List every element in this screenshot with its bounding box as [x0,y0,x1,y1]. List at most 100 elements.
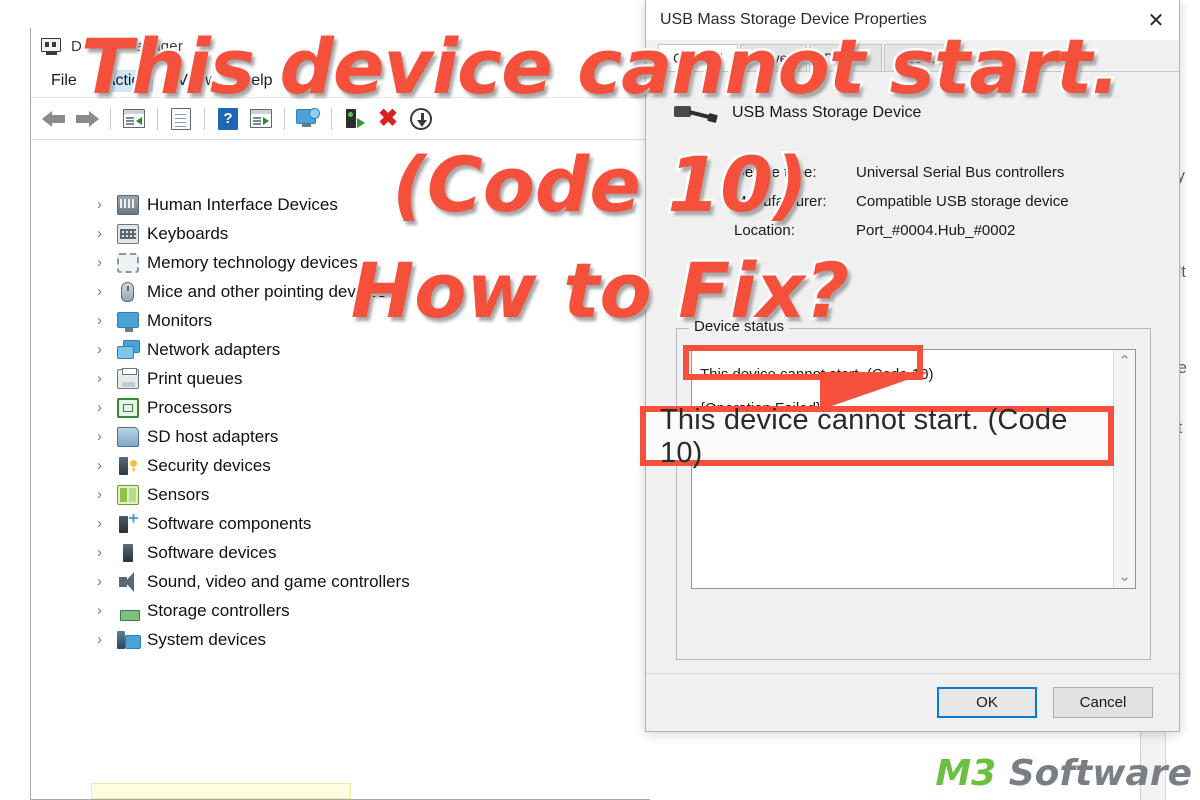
chevron-right-icon[interactable]: › [97,631,117,648]
info-value: Port_#0004.Hub_#0002 [856,222,1016,239]
tree-item-human-interface-devices[interactable]: › Human Interface Devices [35,190,651,219]
chevron-right-icon[interactable]: › [97,283,117,300]
tree-item-label: Memory technology devices [147,252,358,272]
software-components-icon [117,514,139,534]
tree-item-security-devices[interactable]: › Security devices [35,451,651,480]
memory-technology-devices-icon [117,252,139,273]
chevron-right-icon[interactable]: › [97,515,117,532]
info-value: Universal Serial Bus controllers [856,164,1065,181]
tree-item-storage-controllers[interactable]: › Storage controllers [35,596,651,625]
tree-item-label: System devices [147,629,267,649]
toolbar-separator [157,107,158,130]
chevron-right-icon[interactable]: › [97,573,117,590]
tree-item-processors[interactable]: › Processors [35,393,651,422]
tree-item-software-devices[interactable]: › Software devices [35,538,651,567]
help-icon[interactable]: ? [213,104,243,134]
ok-button[interactable]: OK [937,687,1037,718]
tree-item-keyboards[interactable]: › Keyboards [35,219,651,248]
chevron-right-icon[interactable]: › [97,399,117,416]
toolbar-separator [204,107,205,130]
status-scrollbar[interactable]: ⌃ ⌄ [1113,350,1135,588]
system-devices-icon [117,630,141,650]
toolbar-separator [284,107,285,130]
menu-item-view[interactable]: View [173,70,215,92]
tree-item-label: Sound, video and game controllers [147,571,410,591]
info-label: Device type: [734,164,817,181]
chevron-right-icon[interactable]: › [97,486,117,503]
tree-item-monitors[interactable]: › Monitors [35,306,651,335]
device-manager-titlebar: Device Manager [31,28,649,64]
cancel-button[interactable]: Cancel [1053,687,1153,718]
chevron-right-icon[interactable]: › [97,457,117,474]
view-devices-icon[interactable] [246,104,276,134]
tree-item-system-devices[interactable]: › System devices [35,625,651,654]
processors-icon [117,397,139,418]
tab-events[interactable]: Events [883,44,957,71]
device-status-label: Device status [689,318,790,335]
chevron-right-icon[interactable]: › [97,196,117,213]
human-interface-devices-icon [117,194,139,215]
chevron-right-icon[interactable]: › [97,602,117,619]
sound-video-game-controllers-icon [117,571,139,592]
device-name: USB Mass Storage Device [732,104,922,121]
back-arrow-icon[interactable] [39,104,69,134]
tree-item-label: Human Interface Devices [147,194,338,214]
watermark-product: Software [1008,753,1192,794]
device-info-grid: Device type: Universal Serial Bus control… [734,158,1154,245]
scroll-up-icon[interactable]: ⌃ [1118,354,1131,369]
menu-item-action[interactable]: Action [100,69,154,92]
tree-item-sensors[interactable]: › Sensors [35,480,651,509]
sensors-icon [117,484,139,505]
device-header: USB Mass Storage Device [674,100,921,128]
tree-item-memory-technology-devices[interactable]: › Memory technology devices [35,248,651,277]
chevron-right-icon[interactable]: › [97,544,117,561]
update-driver-icon[interactable] [340,104,370,134]
close-icon[interactable]: ✕ [1133,0,1179,40]
status-highlight-box [683,345,923,380]
tree-item-print-queues[interactable]: › Print queues [35,364,651,393]
device-tree[interactable]: › Human Interface Devices › Keyboards › Memor… [35,140,651,799]
mice-pointing-devices-icon [117,281,139,302]
dialog-tabs[interactable]: General Driver Details Events [646,40,1179,72]
chevron-right-icon[interactable]: › [97,370,117,387]
tree-item-mice-and-other-pointing-devices[interactable]: › Mice and other pointing devices [35,277,651,306]
tab-general[interactable]: General [658,44,738,71]
device-manager-icon [41,36,63,56]
uninstall-device-icon[interactable]: ✖ [373,104,403,134]
tree-item-label: Processors [147,397,233,417]
properties-icon[interactable] [166,104,196,134]
tree-item-label: Monitors [147,310,213,330]
chevron-right-icon[interactable]: › [97,312,117,329]
security-devices-icon [117,456,139,476]
screenshot-root: ityultpent Device Manager FileActionView… [0,0,1200,800]
toolbar-separator [331,107,332,130]
info-value: Compatible USB storage device [856,193,1069,210]
chevron-right-icon[interactable]: › [97,341,117,358]
tree-item-software-components[interactable]: › Software components [35,509,651,538]
info-row: Manufacturer: Compatible USB storage devi… [734,187,1154,216]
tree-item-label: Sensors [147,484,210,504]
menu-item-help[interactable]: Help [236,70,277,92]
scan-for-changes-icon[interactable] [293,104,323,134]
download-driver-icon[interactable] [406,104,436,134]
tab-details[interactable]: Details [809,44,882,71]
tree-item-sd-host-adapters[interactable]: › SD host adapters [35,422,651,451]
chevron-right-icon[interactable]: › [97,254,117,271]
scroll-down-icon[interactable]: ⌄ [1118,569,1131,584]
network-adapters-icon [117,339,140,360]
chevron-right-icon[interactable]: › [97,225,117,242]
chevron-right-icon[interactable]: › [97,428,117,445]
tree-item-network-adapters[interactable]: › Network adapters [35,335,651,364]
tree-item-sound-video-and-game-controllers[interactable]: › Sound, video and game controllers [35,567,651,596]
tree-bottom-highlight [91,783,351,799]
forward-arrow-icon[interactable] [72,104,102,134]
tab-driver[interactable]: Driver [739,44,808,71]
device-manager-window: Device Manager File Action View Help ? ✖… [30,28,651,800]
tree-item-label: Print queues [147,368,243,388]
magnified-callout-text: This device cannot start. (Code 10) [660,404,1068,469]
tree-item-label: Keyboards [147,223,229,243]
menu-item-file[interactable]: File [47,70,81,92]
storage-controllers-icon [117,601,140,621]
watermark: M3 Software [935,753,1192,794]
show-hidden-devices-icon[interactable] [119,104,149,134]
